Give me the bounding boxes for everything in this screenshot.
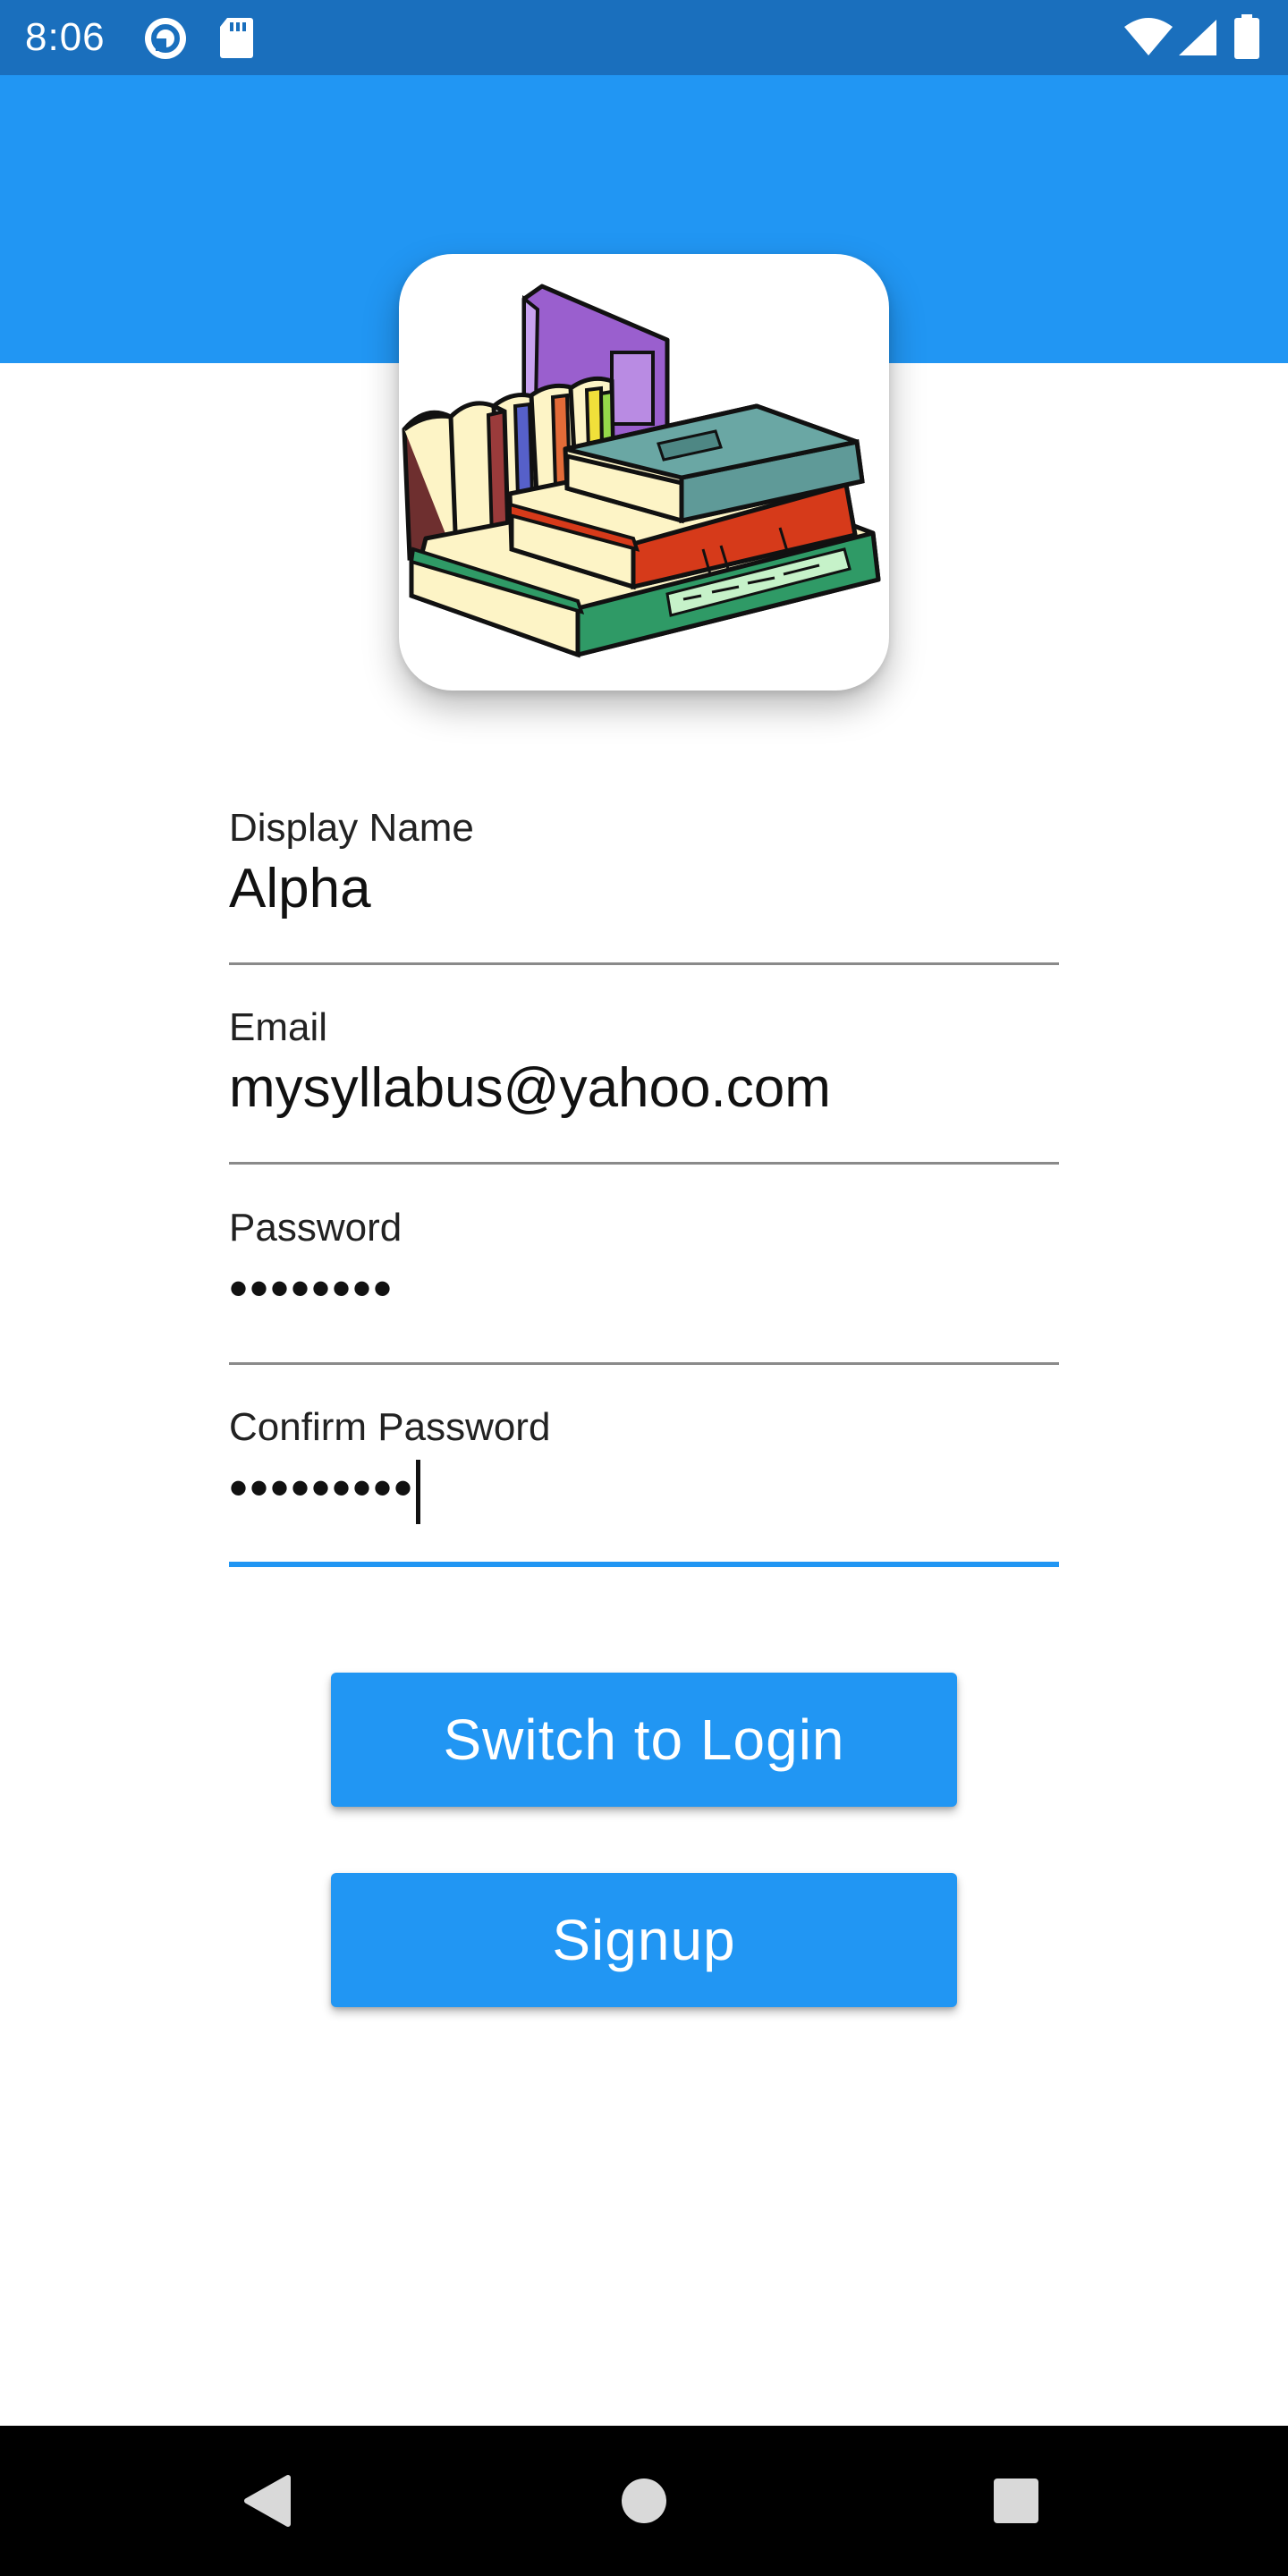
display-name-underline: [229, 962, 1059, 965]
navigation-bar: [0, 2426, 1288, 2576]
pocket-casts-icon: [143, 16, 188, 65]
text-cursor: [416, 1460, 421, 1525]
signup-button[interactable]: Signup: [331, 1873, 957, 2007]
wifi-icon: [1123, 18, 1174, 62]
email-input[interactable]: mysyllabus@yahoo.com: [229, 1055, 831, 1123]
battery-icon: [1234, 14, 1259, 64]
password-label: Password: [229, 1206, 402, 1250]
confirm-password-input[interactable]: •••••••••: [229, 1454, 421, 1525]
display-name-field[interactable]: Display Name Alpha: [229, 805, 1059, 1005]
back-icon[interactable]: [193, 2426, 343, 2576]
email-field[interactable]: Email mysyllabus@yahoo.com: [229, 1004, 1059, 1205]
signup-screen: 8:06 Display Name Alpha Email mysyllabus…: [0, 0, 1288, 2576]
confirm-password-label: Confirm Password: [229, 1405, 551, 1449]
stack-of-books-icon: [402, 284, 881, 658]
confirm-password-underline: [229, 1562, 1059, 1567]
status-bar: 8:06: [0, 0, 1288, 75]
cellular-signal-icon: [1177, 18, 1218, 62]
status-time: 8:06: [25, 15, 106, 59]
email-label: Email: [229, 1005, 328, 1049]
display-name-label: Display Name: [229, 806, 474, 850]
password-input[interactable]: ••••••••: [229, 1255, 394, 1323]
app-logo: [399, 254, 889, 691]
display-name-input[interactable]: Alpha: [229, 855, 371, 923]
email-underline: [229, 1162, 1059, 1165]
home-icon[interactable]: [569, 2426, 719, 2576]
password-field[interactable]: Password ••••••••: [229, 1205, 1059, 1405]
password-underline: [229, 1362, 1059, 1365]
recents-icon[interactable]: [941, 2426, 1091, 2576]
sd-card-icon: [218, 16, 254, 64]
switch-to-login-button[interactable]: Switch to Login: [331, 1673, 957, 1807]
confirm-password-value: •••••••••: [229, 1458, 415, 1518]
confirm-password-field[interactable]: Confirm Password •••••••••: [229, 1404, 1059, 1605]
